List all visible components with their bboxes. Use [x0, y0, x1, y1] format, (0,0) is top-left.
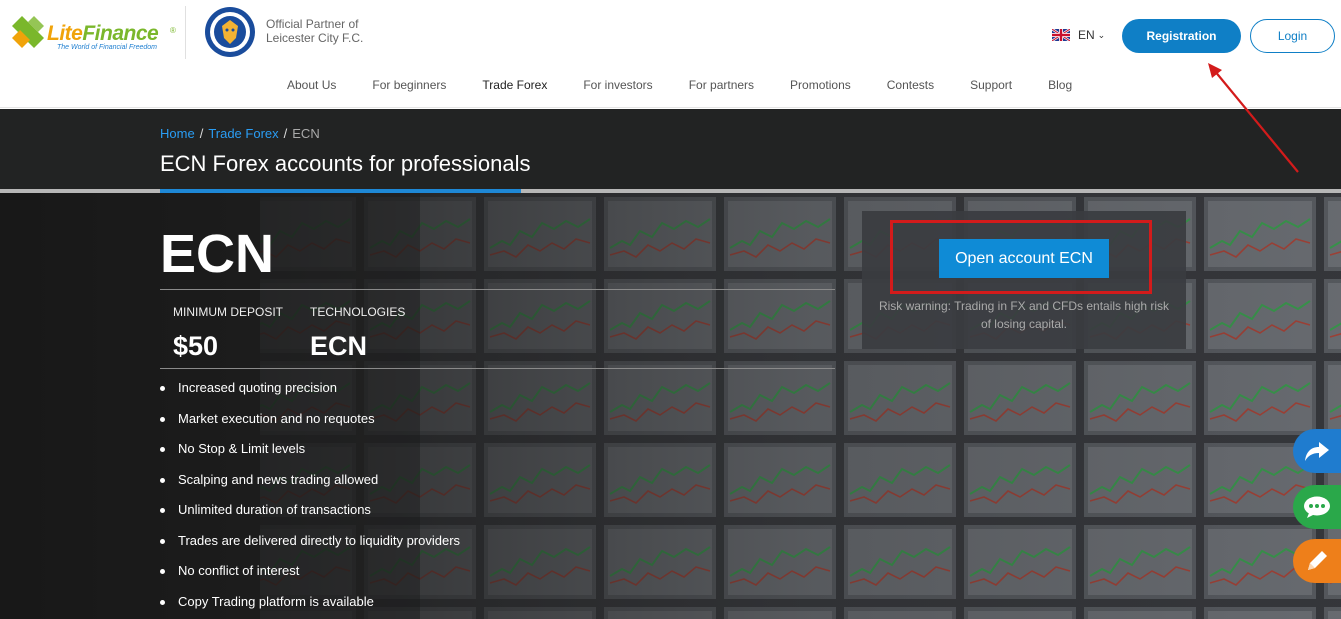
min-deposit-value: $50	[173, 331, 219, 361]
nav-item-blog[interactable]: Blog	[1048, 78, 1072, 92]
list-item: Copy Trading platform is available	[160, 592, 460, 619]
share-button[interactable]	[1293, 429, 1341, 473]
breadcrumb-separator: /	[199, 126, 204, 141]
partner-line-1: Official Partner of	[266, 17, 359, 31]
divider-line	[160, 289, 835, 290]
nav-item-about-us[interactable]: About Us	[287, 78, 336, 92]
partner-line-2: Leicester City F.C.	[266, 31, 364, 45]
list-item: Increased quoting precision	[160, 378, 460, 409]
list-item: Scalping and news trading allowed	[160, 470, 460, 501]
language-label: EN	[1078, 28, 1095, 42]
list-item: Unlimited duration of transactions	[160, 500, 460, 531]
litefinance-logo[interactable]: LiteFinance The World of Financial Freed…	[10, 12, 176, 54]
nav-item-promotions[interactable]: Promotions	[790, 78, 851, 92]
list-item: Trades are delivered directly to liquidi…	[160, 531, 460, 562]
breadcrumb-current: ECN	[292, 126, 320, 141]
feedback-button[interactable]	[1293, 539, 1341, 583]
logo-tagline: The World of Financial Freedom	[57, 44, 157, 51]
chevron-down-icon: ⌄	[1097, 29, 1106, 40]
page-title: ECN Forex accounts for professionals	[160, 151, 531, 176]
logo-mark-icon	[12, 16, 44, 48]
account-name: ECN	[160, 224, 275, 284]
leicester-crest-icon	[205, 7, 255, 57]
nav-item-contests[interactable]: Contests	[887, 78, 934, 92]
uk-flag-icon	[1052, 29, 1070, 41]
list-item: Market execution and no requotes	[160, 409, 460, 440]
list-item: No Stop & Limit levels	[160, 439, 460, 470]
list-item: No conflict of interest	[160, 561, 460, 592]
share-arrow-icon	[1305, 442, 1329, 461]
title-band: Home / Trade Forex / ECN ECN Forex accounts …	[0, 109, 1341, 193]
logo-wordmark: LiteFinance	[47, 22, 159, 45]
nav-item-support[interactable]: Support	[970, 78, 1012, 92]
breadcrumb-home[interactable]: Home	[160, 126, 195, 141]
open-account-button[interactable]: Open account ECN	[939, 239, 1109, 278]
breadcrumb-trade-forex[interactable]: Trade Forex	[208, 126, 278, 141]
account-details: ECN MINIMUM DEPOSIT TECHNOLOGIES $50 ECN…	[160, 193, 835, 619]
login-button[interactable]: Login	[1250, 19, 1335, 53]
feature-list: Increased quoting precision Market execu…	[160, 378, 460, 619]
site-header: LiteFinance The World of Financial Freed…	[0, 0, 1341, 108]
min-deposit-label: MINIMUM DEPOSIT	[173, 305, 283, 319]
language-selector[interactable]: EN ⌄	[1052, 28, 1105, 42]
risk-warning: Risk warning: Trading in FX and CFDs ent…	[878, 299, 1170, 331]
technologies-value: ECN	[310, 331, 368, 361]
registered-mark: ®	[170, 26, 176, 35]
nav-item-for-beginners[interactable]: For beginners	[372, 78, 446, 92]
header-divider	[185, 6, 186, 59]
nav-item-for-partners[interactable]: For partners	[689, 78, 754, 92]
chat-bubble-icon	[1304, 496, 1330, 518]
divider-line	[160, 368, 835, 369]
nav-item-trade-forex[interactable]: Trade Forex	[482, 78, 547, 92]
technologies-label: TECHNOLOGIES	[310, 305, 406, 319]
breadcrumb: Home / Trade Forex / ECN	[160, 126, 320, 141]
nav-item-for-investors[interactable]: For investors	[583, 78, 652, 92]
hero-section: ECN MINIMUM DEPOSIT TECHNOLOGIES $50 ECN…	[0, 193, 1341, 619]
pencil-icon	[1308, 551, 1327, 570]
main-nav: About Us For beginners Trade Forex For i…	[287, 78, 1108, 92]
partner-text: Official Partner of Leicester City F.C.	[266, 17, 363, 45]
registration-button[interactable]: Registration	[1122, 19, 1241, 53]
breadcrumb-separator: /	[283, 126, 288, 141]
chat-button[interactable]	[1293, 485, 1341, 529]
